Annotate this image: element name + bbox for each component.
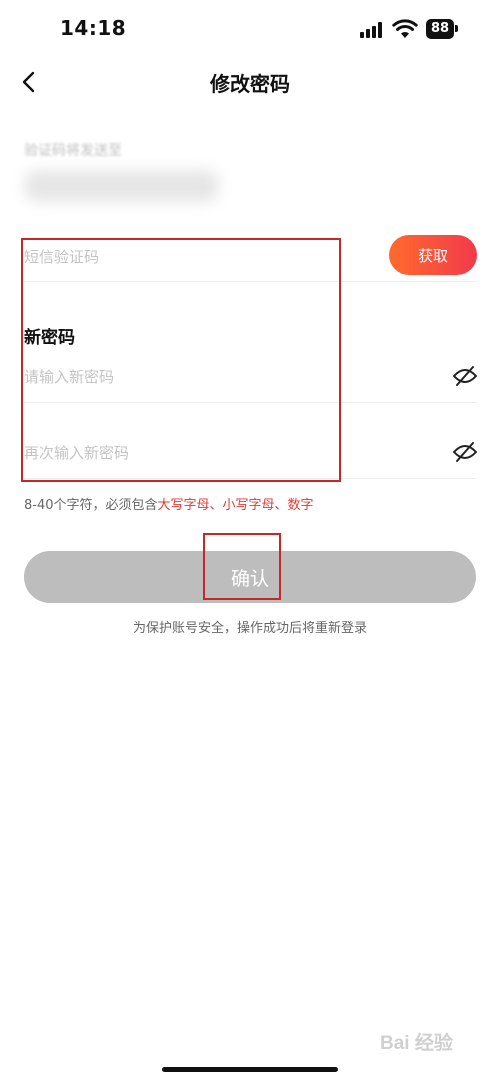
battery-icon: 88: [426, 18, 459, 39]
confirm-password-input[interactable]: [24, 438, 384, 468]
home-indicator: [162, 1067, 338, 1072]
hint-prefix: 8-40个字符，必须包含: [24, 498, 158, 513]
divider: [24, 281, 476, 282]
header: 修改密码: [0, 60, 500, 104]
new-password-title: 新密码: [24, 328, 75, 348]
phone-number-blurred: [24, 170, 219, 202]
status-bar: 14:18 88: [0, 0, 500, 60]
page-title: 修改密码: [210, 72, 290, 96]
password-hint: 8-40个字符，必须包含大写字母、小写字母、数字: [24, 494, 314, 513]
battery-level: 88: [426, 18, 455, 39]
get-code-button[interactable]: 获取: [389, 235, 477, 275]
security-notice: 为保护账号安全，操作成功后将重新登录: [132, 621, 367, 636]
status-time: 14:18: [60, 16, 127, 40]
new-password-input[interactable]: [24, 362, 384, 392]
signal-icon: [360, 22, 384, 38]
watermark: Bai 经验: [380, 1033, 453, 1054]
eye-off-icon[interactable]: [452, 441, 478, 463]
divider: [24, 402, 476, 403]
sms-code-input[interactable]: [24, 242, 364, 272]
eye-off-icon[interactable]: [452, 365, 478, 387]
hint-highlight: 大写字母、小写字母、数字: [157, 498, 314, 513]
divider: [24, 478, 476, 479]
phone-label: 验证码将发送至: [24, 143, 122, 159]
confirm-button[interactable]: 确认: [24, 551, 476, 603]
wifi-icon: [392, 19, 418, 38]
